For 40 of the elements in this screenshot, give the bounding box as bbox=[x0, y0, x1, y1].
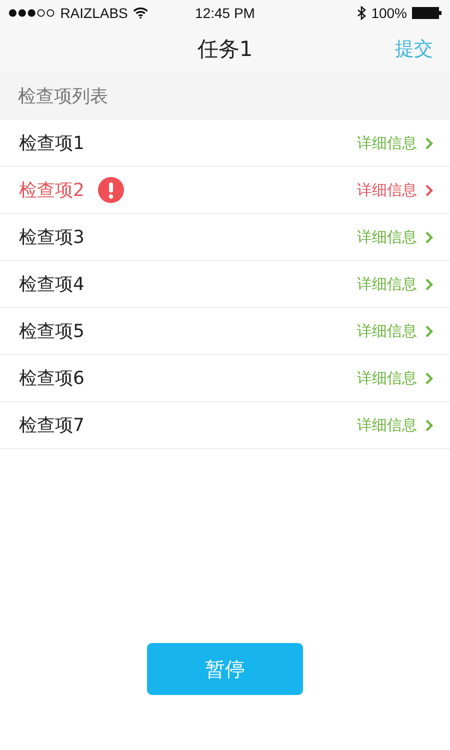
battery-percent: 100% bbox=[371, 5, 407, 21]
alert-icon bbox=[98, 177, 124, 203]
list-row[interactable]: 检查项3 详细信息 bbox=[0, 214, 450, 261]
chevron-icon bbox=[425, 278, 433, 290]
battery-icon bbox=[412, 7, 442, 19]
chevron-icon bbox=[425, 230, 433, 244]
list-row[interactable]: 检查项5 详细信息 bbox=[0, 308, 450, 355]
details-link[interactable]: 详细信息 bbox=[357, 180, 433, 200]
chevron-icon bbox=[425, 136, 433, 150]
list-row[interactable]: 检查项1 详细信息 bbox=[0, 120, 450, 167]
item-label: 检查项1 bbox=[19, 132, 84, 155]
bluetooth-icon bbox=[357, 6, 366, 20]
item-label: 检查项6 bbox=[19, 367, 84, 390]
details-link[interactable]: 详细信息 bbox=[357, 368, 433, 388]
details-link[interactable]: 详细信息 bbox=[357, 416, 433, 434]
details-link[interactable]: 详细信息 bbox=[357, 322, 433, 340]
details-link[interactable]: 详细信息 bbox=[357, 134, 433, 152]
chevron-icon bbox=[425, 324, 433, 338]
pause-button[interactable]: 暂停 bbox=[147, 643, 303, 695]
item-label: 检查项2 bbox=[19, 179, 84, 202]
chevron-icon bbox=[425, 372, 433, 384]
submit-link[interactable]: 提交 bbox=[395, 36, 433, 62]
chevron-icon bbox=[425, 418, 433, 432]
signal-icon bbox=[8, 8, 56, 18]
section-title: 检查项列表 bbox=[18, 85, 108, 108]
list-row[interactable]: 检查项6 详细信息 bbox=[0, 355, 450, 402]
wifi-icon bbox=[132, 7, 148, 19]
list-row[interactable]: 检查项7 详细信息 bbox=[0, 402, 450, 449]
details-link[interactable]: 详细信息 bbox=[357, 228, 433, 246]
item-label: 检查项7 bbox=[19, 414, 84, 437]
item-label: 检查项4 bbox=[19, 273, 84, 296]
list-row[interactable]: 检查项2 详细信息 bbox=[0, 167, 450, 214]
details-link[interactable]: 详细信息 bbox=[357, 274, 433, 294]
list-row[interactable]: 检查项4 详细信息 bbox=[0, 261, 450, 308]
page-title: 任务1 bbox=[197, 36, 253, 63]
status-time: 12:45 PM bbox=[195, 5, 255, 21]
chevron-icon bbox=[425, 184, 433, 196]
carrier-name: RAIZLABS bbox=[60, 5, 128, 21]
item-label: 检查项5 bbox=[19, 320, 84, 343]
item-label: 检查项3 bbox=[19, 226, 84, 249]
